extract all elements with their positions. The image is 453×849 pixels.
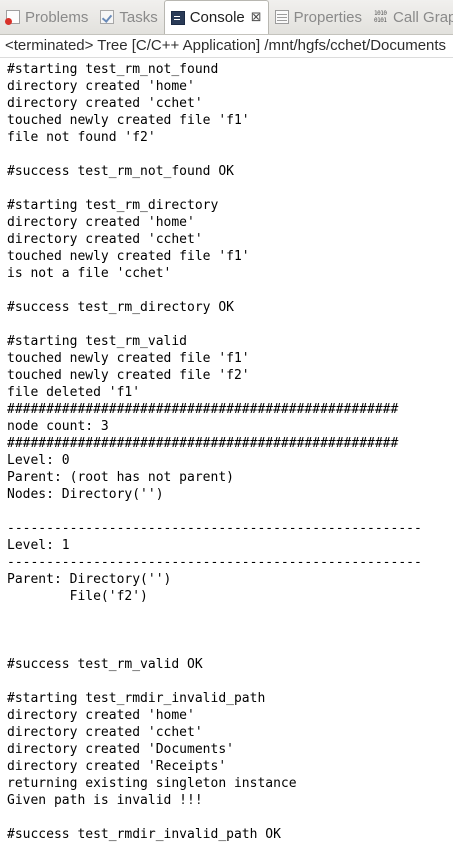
console-line: #starting test_rm_directory: [7, 198, 219, 213]
tab-problems[interactable]: Problems: [0, 0, 94, 34]
tasks-icon: [100, 10, 115, 24]
console-line: #starting test_rm_valid: [7, 334, 188, 349]
console-line: Parent: (root has not parent): [7, 470, 234, 485]
console-line: #success test_rm_not_found OK: [7, 164, 234, 179]
console-line: is not a file 'cchet': [7, 266, 172, 281]
console-line: Given path is invalid !!!: [7, 793, 203, 808]
console-view: Problems Tasks Console ⊠ Properties 1010…: [0, 0, 453, 849]
console-line: #success test_rm_valid OK: [7, 657, 203, 672]
console-line: #success test_rmdir_invalid_path OK: [7, 827, 281, 842]
tab-label: Console: [189, 9, 245, 26]
console-line: touched newly created file 'f1': [7, 249, 250, 264]
console-line: Parent: Directory(''): [7, 572, 172, 587]
console-line: #starting test_rmdir_invalid_path: [7, 691, 266, 706]
process-status: <terminated> Tree [C/C++ Application] /m…: [0, 35, 453, 58]
console-line: #starting test_rm_not_found: [7, 62, 219, 77]
console-line: node count: 3: [7, 419, 109, 434]
tab-label: Problems: [25, 8, 89, 26]
console-line: Nodes: Directory(''): [7, 487, 164, 502]
console-line: directory created 'cchet': [7, 96, 203, 111]
console-output[interactable]: #starting test_rm_not_found directory cre…: [7, 61, 453, 849]
tab-console[interactable]: Console ⊠: [163, 0, 269, 34]
console-line: directory created 'home': [7, 215, 195, 230]
console-line: touched newly created file 'f1': [7, 351, 250, 366]
tab-label: Call Graph: [393, 8, 453, 26]
console-line: ----------------------------------------…: [7, 521, 422, 536]
tab-properties[interactable]: Properties: [269, 0, 368, 34]
console-line: #success test_rm_directory OK: [7, 300, 234, 315]
console-line: directory created 'cchet': [7, 725, 203, 740]
console-line: ########################################…: [7, 402, 399, 417]
close-icon[interactable]: ⊠: [251, 10, 262, 25]
view-tab-bar: Problems Tasks Console ⊠ Properties 1010…: [0, 0, 453, 35]
tab-call-graph[interactable]: 1010 0101 Call Graph: [368, 0, 453, 34]
console-line: directory created 'Documents': [7, 742, 234, 757]
console-line: returning existing singleton instance: [7, 776, 297, 791]
console-line: touched newly created file 'f2': [7, 368, 250, 383]
console-line: touched newly created file 'f1': [7, 113, 250, 128]
console-line: file deleted 'f1': [7, 385, 141, 400]
console-line: ########################################…: [7, 436, 399, 451]
console-line: File('f2'): [7, 589, 148, 604]
console-line: directory created 'home': [7, 79, 195, 94]
properties-icon: [274, 10, 289, 24]
console-line: directory created 'Receipts': [7, 759, 227, 774]
console-line: directory created 'cchet': [7, 232, 203, 247]
problems-icon: [5, 10, 20, 25]
call-graph-icon: 1010 0101: [374, 10, 387, 24]
console-icon: [170, 10, 185, 25]
tab-label: Tasks: [119, 8, 158, 26]
console-line: Level: 1: [7, 538, 70, 553]
console-line: Level: 0: [7, 453, 70, 468]
tab-tasks[interactable]: Tasks: [94, 0, 163, 34]
console-line: file not found 'f2': [7, 130, 156, 145]
console-line: directory created 'home': [7, 708, 195, 723]
tab-label: Properties: [293, 8, 363, 26]
console-line: ----------------------------------------…: [7, 555, 422, 570]
